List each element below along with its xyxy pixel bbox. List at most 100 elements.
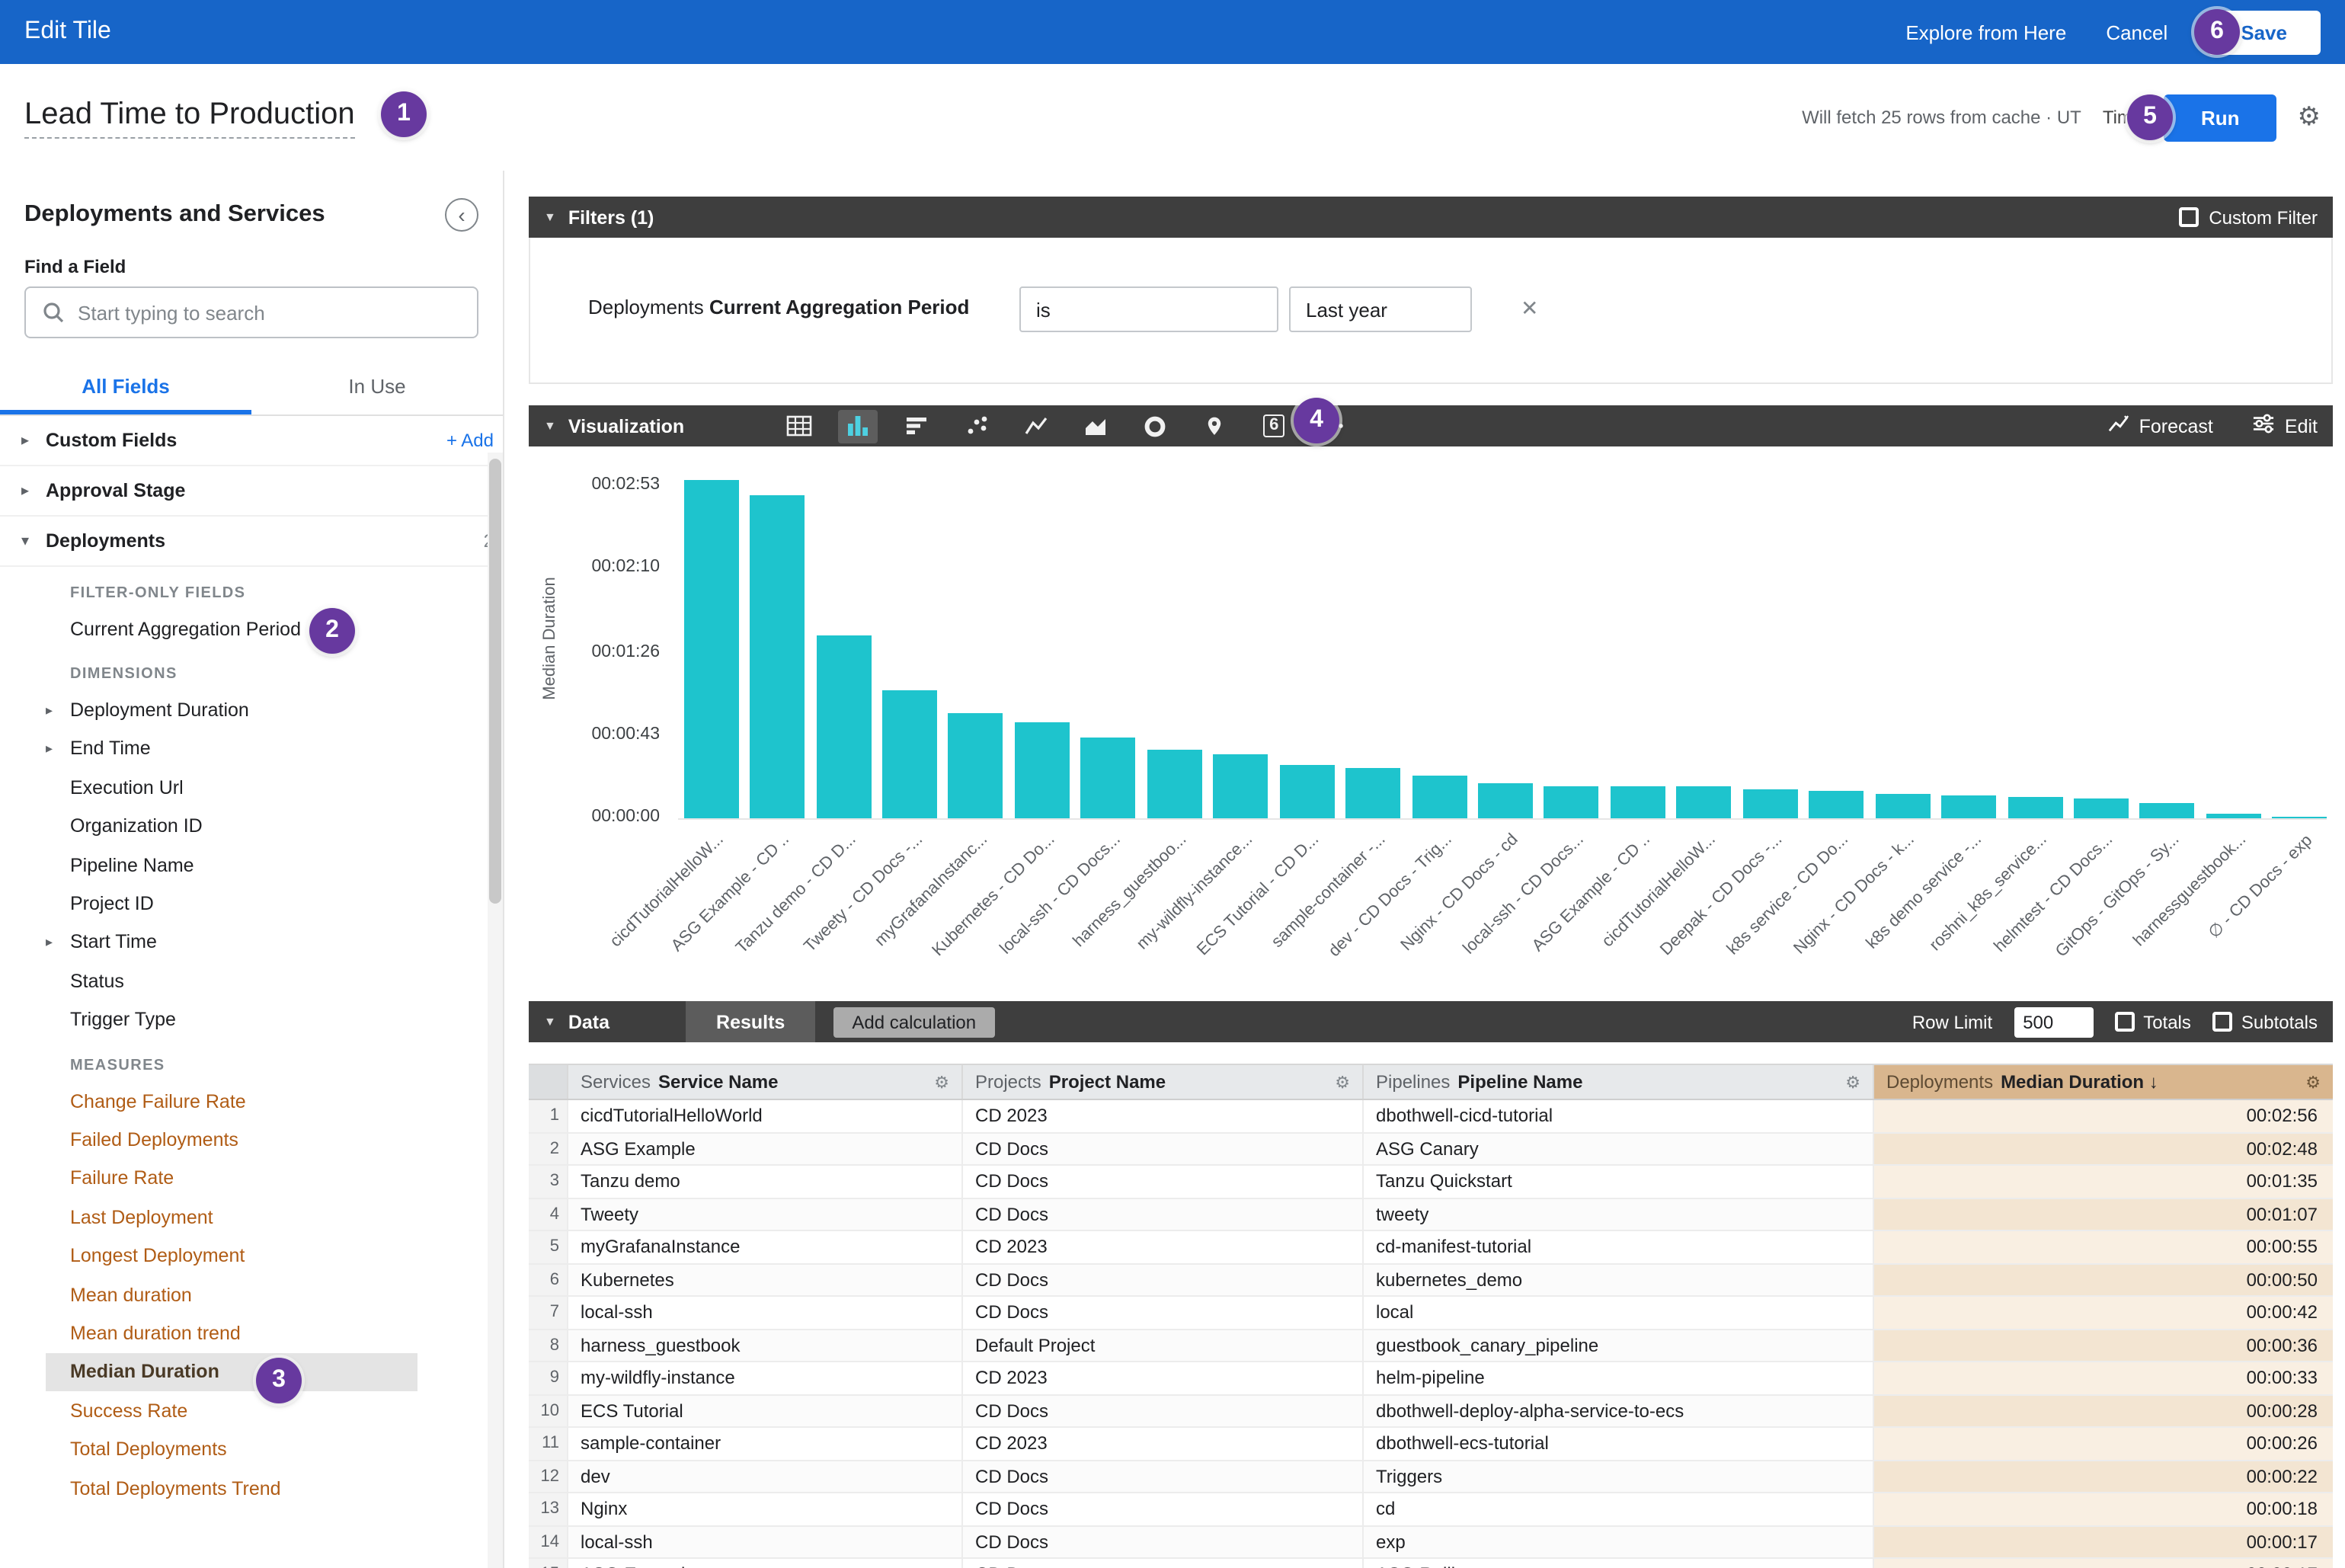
median-duration-cell[interactable]: 00:00:42 (1874, 1297, 2333, 1328)
project-name-cell[interactable]: CD Docs (963, 1166, 1364, 1197)
pipeline-name-cell[interactable]: ASG Canary (1364, 1133, 1874, 1164)
chart-bar[interactable] (2140, 803, 2195, 818)
chart-bar[interactable] (1081, 738, 1136, 818)
table-row[interactable]: 3Tanzu demoCD DocsTanzu Quickstart00:01:… (529, 1166, 2333, 1198)
line-chart-icon[interactable] (1016, 409, 1056, 443)
table-row[interactable]: 4TweetyCD Docstweety00:01:07 (529, 1198, 2333, 1231)
field-item-execution-url[interactable]: Execution Url (0, 768, 503, 807)
chart-bar[interactable] (2206, 814, 2261, 818)
scatter-icon[interactable] (957, 409, 997, 443)
pipeline-name-cell[interactable]: cd (1364, 1493, 1874, 1525)
field-item-success-rate[interactable]: Success Rate (0, 1391, 503, 1430)
project-name-cell[interactable]: CD Docs (963, 1133, 1364, 1164)
single-value-icon[interactable]: 6 (1254, 409, 1294, 443)
project-name-cell[interactable]: CD Docs (963, 1461, 1364, 1492)
service-name-cell[interactable]: Nginx (568, 1493, 963, 1525)
median-duration-cell[interactable]: 00:00:55 (1874, 1231, 2333, 1262)
collapse-visualization-icon[interactable]: ▼ (544, 419, 556, 433)
chart-bar[interactable] (949, 712, 1003, 818)
field-item-mean-duration[interactable]: Mean duration (0, 1275, 503, 1314)
chart-bar[interactable] (1611, 786, 1665, 818)
map-pin-icon[interactable] (1195, 409, 1234, 443)
column-gear-icon[interactable]: ⚙ (1335, 1072, 1350, 1092)
table-row[interactable]: 8harness_guestbookDefault Projectguestbo… (529, 1330, 2333, 1362)
subtotals-checkbox[interactable] (2212, 1012, 2232, 1032)
chart-bar[interactable] (816, 636, 871, 818)
tab-all-fields[interactable]: All Fields (0, 360, 251, 414)
pipeline-name-cell[interactable]: Tanzu Quickstart (1364, 1166, 1874, 1197)
explore-from-here-link[interactable]: Explore from Here (1905, 21, 2066, 43)
field-item-total-deployments-trend[interactable]: Total Deployments Trend (0, 1469, 503, 1508)
median-duration-cell[interactable]: 00:01:07 (1874, 1198, 2333, 1230)
project-name-cell[interactable]: CD 2023 (963, 1100, 1364, 1131)
median-duration-cell[interactable]: 00:01:35 (1874, 1166, 2333, 1197)
field-item-last-deployment[interactable]: Last Deployment (0, 1198, 503, 1237)
service-name-cell[interactable]: sample-container (568, 1428, 963, 1459)
median-duration-cell[interactable]: 00:00:18 (1874, 1493, 2333, 1525)
collapse-sidebar-button[interactable]: ‹ (445, 198, 478, 232)
service-name-cell[interactable]: cicdTutorialHelloWorld (568, 1100, 963, 1131)
service-name-cell[interactable]: myGrafanaInstance (568, 1231, 963, 1262)
field-item-project-id[interactable]: Project ID (0, 885, 503, 923)
field-item-total-deployments[interactable]: Total Deployments (0, 1430, 503, 1469)
service-name-cell[interactable]: Tanzu demo (568, 1166, 963, 1197)
table-row[interactable]: 1cicdTutorialHelloWorldCD 2023dbothwell-… (529, 1100, 2333, 1133)
median-duration-cell[interactable]: 00:00:33 (1874, 1362, 2333, 1394)
sidebar-group-approval-stage[interactable]: ▸Approval Stage (0, 466, 503, 517)
project-name-cell[interactable]: CD Docs (963, 1526, 1364, 1557)
field-item-failure-rate[interactable]: Failure Rate (0, 1159, 503, 1198)
table-row[interactable]: 9my-wildfly-instanceCD 2023helm-pipeline… (529, 1362, 2333, 1395)
pipeline-name-cell[interactable]: ASG Rolling (1364, 1559, 1874, 1568)
median-duration-cell[interactable]: 00:02:48 (1874, 1133, 2333, 1164)
field-item-pipeline-name[interactable]: Pipeline Name (0, 846, 503, 885)
project-name-cell[interactable]: Default Project (963, 1330, 1364, 1361)
column-header-service-name[interactable]: ServicesService Name⚙ (568, 1065, 963, 1099)
field-item-status[interactable]: Status (0, 962, 503, 1000)
chart-bar[interactable] (2273, 816, 2327, 818)
filter-value-input[interactable]: Last year (1289, 286, 1472, 332)
column-header-median-duration[interactable]: DeploymentsMedian Duration ↓⚙ (1874, 1065, 2333, 1099)
table-icon[interactable] (779, 409, 818, 443)
chart-bar[interactable] (1147, 749, 1202, 818)
median-duration-cell[interactable]: 00:00:17 (1874, 1559, 2333, 1568)
column-gear-icon[interactable]: ⚙ (1845, 1072, 1860, 1092)
forecast-button[interactable]: Forecast (2107, 413, 2213, 439)
bar-chart-icon[interactable] (897, 409, 937, 443)
chart-bar[interactable] (1743, 789, 1798, 818)
column-gear-icon[interactable]: ⚙ (934, 1072, 949, 1092)
column-gear-icon[interactable]: ⚙ (2305, 1072, 2321, 1092)
settings-gear-icon[interactable]: ⚙ (2298, 102, 2321, 133)
table-row[interactable]: 11sample-containerCD 2023dbothwell-ecs-t… (529, 1428, 2333, 1461)
tab-results[interactable]: Results (686, 1001, 815, 1042)
project-name-cell[interactable]: CD Docs (963, 1264, 1364, 1295)
project-name-cell[interactable]: CD Docs (963, 1395, 1364, 1426)
field-item-current-aggregation-period[interactable]: Current Aggregation Period (0, 610, 503, 648)
chart-bar[interactable] (1279, 764, 1334, 818)
service-name-cell[interactable]: ASG Example (568, 1133, 963, 1164)
row-limit-input[interactable] (2014, 1006, 2093, 1037)
pipeline-name-cell[interactable]: tweety (1364, 1198, 1874, 1230)
field-search-input[interactable] (78, 301, 462, 324)
median-duration-cell[interactable]: 00:00:50 (1874, 1264, 2333, 1295)
table-row[interactable]: 6KubernetesCD Docskubernetes_demo00:00:5… (529, 1264, 2333, 1297)
column-chart-icon[interactable] (838, 409, 878, 443)
project-name-cell[interactable]: CD Docs (963, 1198, 1364, 1230)
filter-operator-select[interactable]: is (1019, 286, 1278, 332)
table-row[interactable]: 13NginxCD Docscd00:00:18 (529, 1493, 2333, 1526)
field-item-start-time[interactable]: ▸Start Time (0, 923, 503, 962)
chart-bar[interactable] (750, 496, 805, 818)
pipeline-name-cell[interactable]: exp (1364, 1526, 1874, 1557)
edit-viz-button[interactable]: Edit (2253, 413, 2318, 439)
chart-bar[interactable] (1875, 793, 1930, 818)
table-row[interactable]: 10ECS TutorialCD Docsdbothwell-deploy-al… (529, 1395, 2333, 1428)
chart-bar[interactable] (2007, 797, 2062, 818)
chart-bar[interactable] (2074, 799, 2129, 818)
median-duration-cell[interactable]: 00:00:17 (1874, 1526, 2333, 1557)
field-item-mean-duration-trend[interactable]: Mean duration trend (0, 1314, 503, 1353)
service-name-cell[interactable]: ASG Example (568, 1559, 963, 1568)
remove-filter-icon[interactable]: ✕ (1521, 296, 1538, 322)
pipeline-name-cell[interactable]: dbothwell-cicd-tutorial (1364, 1100, 1874, 1131)
chart-bar[interactable] (1412, 776, 1467, 818)
project-name-cell[interactable]: CD Docs (963, 1297, 1364, 1328)
tab-in-use[interactable]: In Use (251, 360, 503, 414)
